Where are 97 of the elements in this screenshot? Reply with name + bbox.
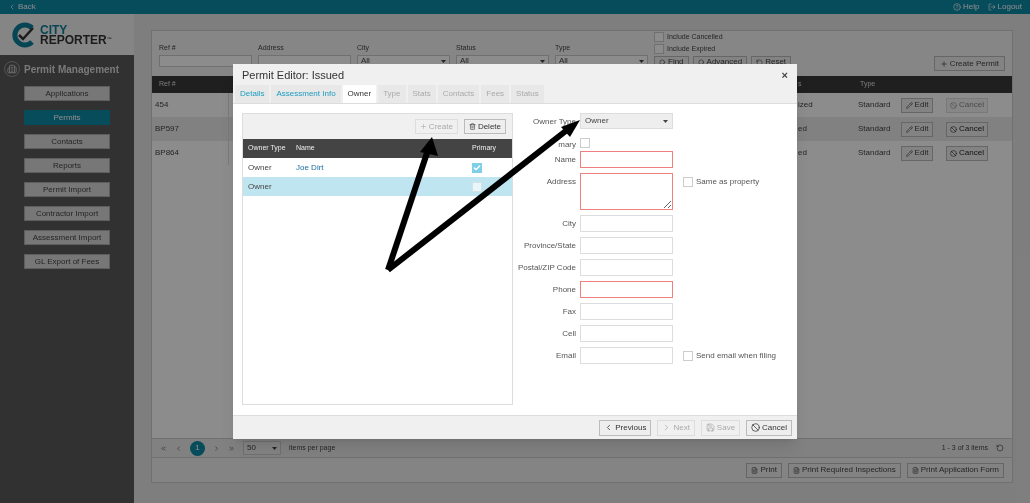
logout-link[interactable]: Logout [987,1,1022,13]
reset-icon [756,58,764,66]
field-label: Province/State [523,240,576,252]
table-cell-text: Owner [247,161,273,174]
tab[interactable]: Assessment Info [271,85,341,103]
edit-button[interactable]: Edit [901,121,933,137]
page-button[interactable]: 1 [190,440,205,456]
previous-button[interactable]: Previous [599,419,652,436]
cancel-button[interactable]: Cancel [946,121,988,137]
pencil-icon [905,149,913,157]
help-link[interactable]: Help [953,1,980,13]
field-label: Email [556,350,576,362]
section-title: Permit Management [24,62,120,77]
first-page-icon[interactable] [160,444,167,452]
previous-page-icon[interactable] [175,444,182,452]
nav-button[interactable]: Assessment Import [24,230,110,245]
print-button[interactable]: Print Required Inspections [787,462,901,478]
logo-text: CITY [40,24,68,35]
cancel-icon [950,149,958,157]
logo-icon [11,21,37,48]
checkbox[interactable] [654,32,664,43]
table-cell: BP864 [152,141,229,165]
create-permit-button[interactable]: Create Permit [933,56,1005,71]
checkbox[interactable] [654,43,664,54]
checkbox[interactable] [580,138,590,148]
input-field[interactable] [580,281,673,298]
owner-type-select[interactable]: Owner [580,113,673,129]
nav-button[interactable]: Contractor Import [24,206,110,221]
address-field[interactable] [580,173,673,210]
pencil-icon [905,125,913,133]
cancel-button[interactable]: Cancel [946,145,988,161]
table-cell-text: Joe Dirt [295,161,325,174]
field-label: Address [546,176,576,188]
tab[interactable]: Owner [342,85,377,103]
search-icon [659,58,666,66]
input-field[interactable] [580,151,673,168]
edit-button[interactable]: Edit [901,145,933,161]
cancel-button[interactable]: Cancel [746,419,792,436]
checkbox[interactable] [472,181,482,192]
pencil-icon [905,101,913,109]
table-cell-text: ized [798,99,814,111]
nav-button[interactable]: Reports [24,158,110,173]
dialog-title: Permit Editor: Issued [242,67,345,83]
edit-button[interactable]: Edit [901,97,933,113]
cancel-icon [950,101,958,109]
tab[interactable]: Details [235,85,270,103]
table-cell-text: ed [798,123,808,135]
close-button[interactable]: × [781,66,788,84]
owner-row[interactable]: Owner [243,177,512,196]
field-label: Phone [552,284,576,296]
checkbox-label: Send email when filing [696,350,777,362]
nav-button[interactable]: Contacts [24,134,110,149]
logo-text: REPORTER$^{™}$ [40,34,112,45]
plus-icon [939,59,948,68]
chevron-left-icon [8,3,16,11]
table-cell-text: Owner [247,180,273,193]
document-icon [911,466,919,474]
document-icon [751,466,759,474]
print-button[interactable]: Print [746,462,782,478]
refresh-icon[interactable] [996,444,1004,452]
page-size-select[interactable]: 50 [243,441,281,455]
checkbox[interactable] [683,177,693,187]
field-label: Postal/ZIP Code [517,262,576,274]
table-cell-text: Standard [857,123,892,135]
checkbox[interactable] [683,351,693,361]
nav-button[interactable]: Permits [24,110,110,125]
cancel-icon [950,125,958,133]
table-cell-text: Standard [857,99,892,111]
next-page-icon[interactable] [213,444,220,452]
field-label: Fax [562,306,576,318]
cancel-icon [751,423,761,432]
caret-icon [272,446,277,450]
plus-icon [419,123,427,130]
delete-button[interactable]: Delete [463,119,506,134]
check-icon [473,163,481,172]
last-page-icon[interactable] [228,444,235,452]
nav-button[interactable]: Applications [24,86,110,101]
table-cell-text: ed [798,147,808,159]
filter-field[interactable] [159,55,252,67]
caret-icon [663,119,668,123]
table-cell-text: Standard [857,147,892,159]
help-icon [953,3,962,11]
trash-icon [468,123,476,130]
logout-icon [987,3,996,11]
print-button[interactable]: Print Application Form [906,462,1004,478]
checkbox[interactable] [472,162,482,173]
back-link[interactable]: Back [8,1,36,13]
field-label: Name [554,154,576,166]
document-icon [792,466,800,474]
save-icon [705,423,715,432]
field-label: Cell [562,328,576,340]
field-label: mary [558,138,576,151]
checkbox-label: Same as property [696,176,760,188]
nav-button[interactable]: Permit Import [24,182,110,197]
nav-button[interactable]: GL Export of Fees [24,254,110,269]
field-label: City [562,218,576,230]
search-icon [697,58,705,66]
